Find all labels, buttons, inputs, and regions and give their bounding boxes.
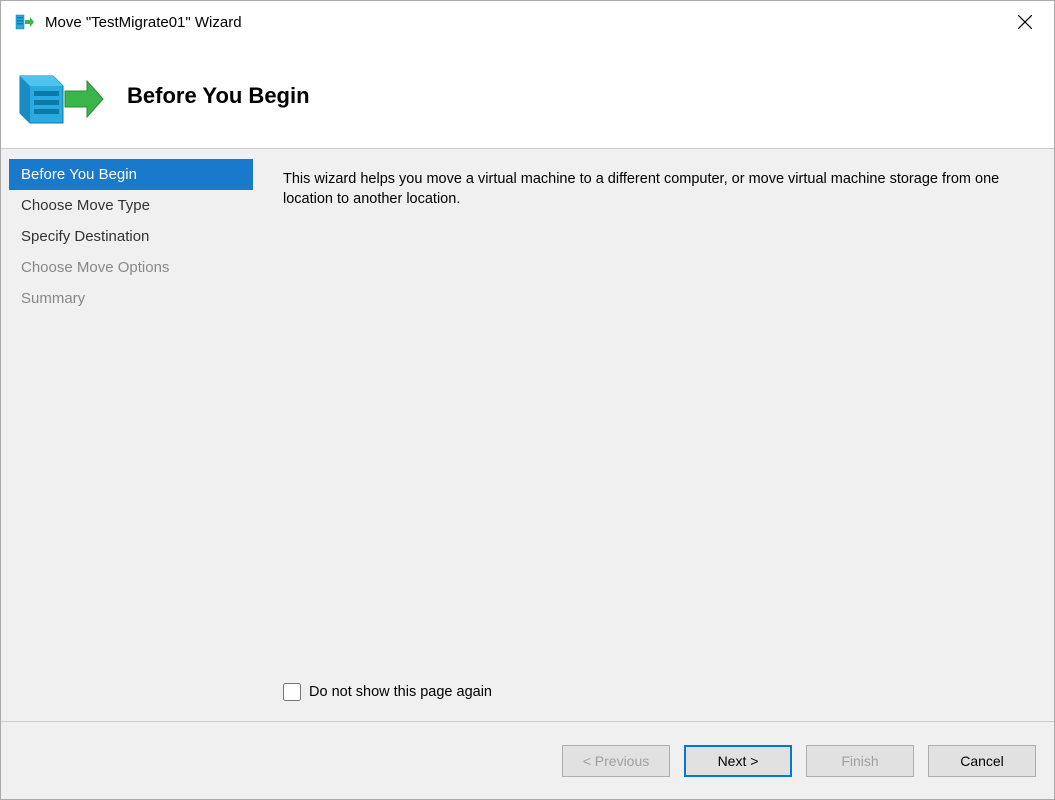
close-button[interactable] [1002,6,1048,38]
wizard-content: This wizard helps you move a virtual mac… [253,159,1054,721]
finish-button: Finish [806,745,914,777]
sidebar-item-before-you-begin[interactable]: Before You Begin [9,159,253,190]
wizard-header: Before You Begin [1,43,1054,149]
description-text: This wizard helps you move a virtual mac… [283,169,1034,210]
sidebar-item-choose-move-type[interactable]: Choose Move Type [9,190,253,221]
wizard-body: Before You Begin Choose Move Type Specif… [1,149,1054,721]
previous-button: < Previous [562,745,670,777]
sidebar-item-choose-move-options: Choose Move Options [9,252,253,283]
window-title: Move "TestMigrate01" Wizard [45,14,1002,31]
wizard-footer: < Previous Next > Finish Cancel [1,721,1054,799]
wizard-window: Move "TestMigrate01" Wizard Before You B… [0,0,1055,800]
close-icon [1018,15,1032,29]
do-not-show-row: Do not show this page again [283,683,1034,701]
do-not-show-checkbox[interactable] [283,683,301,701]
app-icon [15,12,35,32]
server-move-icon [15,61,105,131]
page-title: Before You Begin [127,83,310,109]
sidebar-item-specify-destination[interactable]: Specify Destination [9,221,253,252]
titlebar: Move "TestMigrate01" Wizard [1,1,1054,43]
wizard-steps-sidebar: Before You Begin Choose Move Type Specif… [1,159,253,721]
sidebar-item-summary: Summary [9,283,253,314]
do-not-show-label[interactable]: Do not show this page again [309,684,492,700]
next-button[interactable]: Next > [684,745,792,777]
spacer [283,210,1034,683]
cancel-button[interactable]: Cancel [928,745,1036,777]
